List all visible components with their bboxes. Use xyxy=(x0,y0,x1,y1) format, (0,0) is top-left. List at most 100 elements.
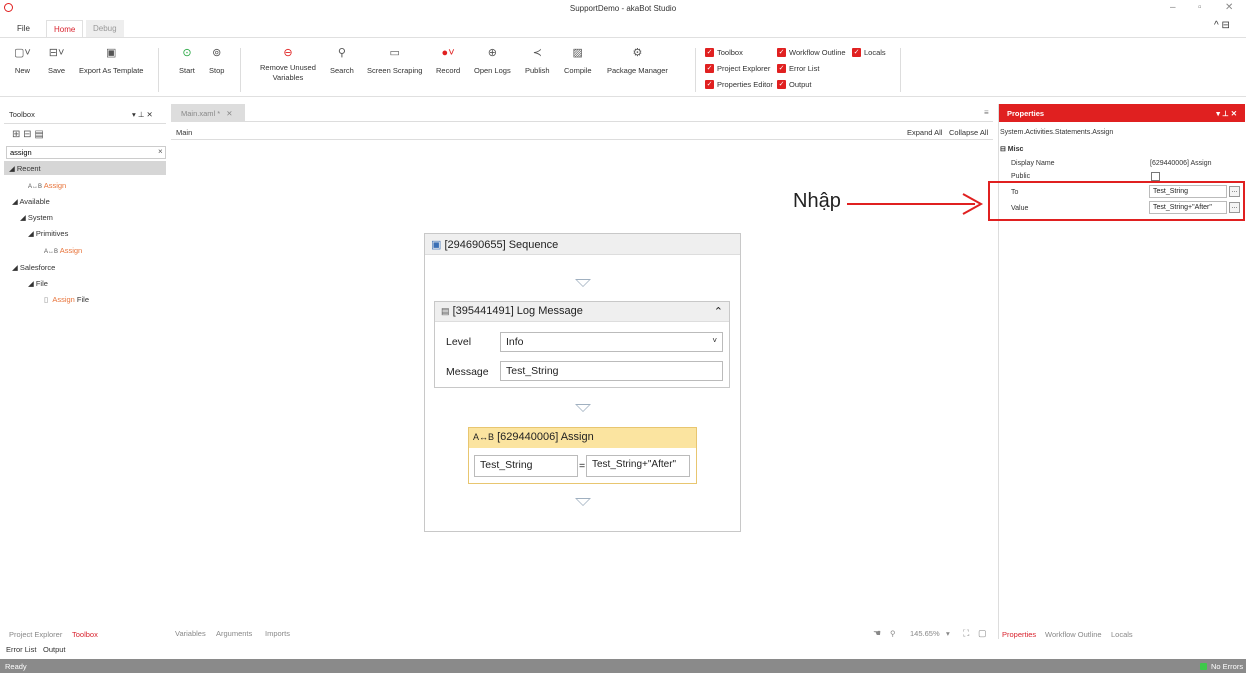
title-bar: SupportDemo - akaBot Studio – ▫ ✕ ^ ⊟ xyxy=(0,0,1246,31)
fit-screen-icon[interactable]: ⛶ xyxy=(963,628,969,639)
tab-arguments[interactable]: Arguments xyxy=(216,629,252,638)
tab-error-list[interactable]: Error List xyxy=(6,645,36,654)
public-checkbox[interactable] xyxy=(1151,172,1160,181)
doc-menu-icon[interactable]: ≡ xyxy=(984,108,989,117)
drop-target-icon[interactable] xyxy=(575,498,591,506)
check-properties-editor[interactable]: ✓ Properties Editor xyxy=(705,80,773,89)
assign-icon: A↔B xyxy=(28,184,43,190)
tab-project-explorer[interactable]: Project Explorer xyxy=(9,630,62,639)
save-icon: ⊟˅ xyxy=(48,47,65,59)
zoom-level[interactable]: 145.65% xyxy=(910,629,940,638)
tab-toolbox[interactable]: Toolbox xyxy=(72,630,98,639)
search-button[interactable]: ⚲ Search xyxy=(330,46,354,75)
check-toolbox[interactable]: ✓ Toolbox xyxy=(705,48,743,57)
minimize-icon[interactable]: – xyxy=(1170,2,1176,13)
tab-debug[interactable]: Debug xyxy=(86,20,124,37)
status-ok-icon xyxy=(1200,663,1207,670)
toolbox-search-input[interactable] xyxy=(6,146,166,159)
tab-workflow-outline[interactable]: Workflow Outline xyxy=(1045,630,1102,639)
compile-button[interactable]: ▨ Compile xyxy=(564,46,592,75)
tab-variables[interactable]: Variables xyxy=(175,629,206,638)
record-icon: ●˅ xyxy=(441,47,455,59)
check-error-list[interactable]: ✓ Error List xyxy=(777,64,819,73)
screen-scraping-icon: ▭ xyxy=(389,47,400,59)
hand-icon[interactable]: ☚ xyxy=(873,628,881,639)
tree-item-assign-recent[interactable]: A↔B Assign xyxy=(28,181,66,190)
panel-options-icon[interactable]: ▾ ⊥ ✕ xyxy=(1216,109,1237,118)
tree-file[interactable]: ◢ File xyxy=(28,279,48,288)
maximize-icon[interactable]: ▫ xyxy=(1198,2,1202,13)
compile-icon: ▨ xyxy=(572,47,583,59)
highlight-box xyxy=(988,181,1245,221)
tree-available[interactable]: ◢ Available xyxy=(12,197,50,206)
clear-search-icon[interactable]: × xyxy=(158,147,163,156)
assign-value-input[interactable]: Test_String+"After" xyxy=(586,455,690,477)
file-icon: ▯ xyxy=(44,295,49,304)
tab-home[interactable]: Home xyxy=(46,20,84,37)
assign-header[interactable]: A↔B [629440006] Assign xyxy=(469,428,696,448)
tree-primitives[interactable]: ◢ Primitives xyxy=(28,229,68,238)
drop-target-icon[interactable] xyxy=(575,279,591,287)
toolbox-header: Toolbox ▾ ⊥ ✕ xyxy=(4,104,166,124)
sequence-header[interactable]: ▣ [294690655] Sequence xyxy=(425,234,740,255)
new-button[interactable]: ▢˅ New xyxy=(14,46,31,75)
overview-icon[interactable]: ▢ xyxy=(978,628,987,639)
export-template-button[interactable]: ▣ Export As Template xyxy=(79,46,143,75)
check-project-explorer[interactable]: ✓ Project Explorer xyxy=(705,64,770,73)
chevron-down-icon: ˅ xyxy=(712,336,717,345)
expand-all-link[interactable]: Expand All xyxy=(907,128,942,137)
tree-item-assign-primitives[interactable]: A↔B Assign xyxy=(44,246,82,255)
search-icon: ⚲ xyxy=(337,47,346,59)
panel-options-icon[interactable]: ▾ ⊥ ✕ xyxy=(132,110,153,119)
tab-output[interactable]: Output xyxy=(43,645,66,654)
tree-recent[interactable]: ◢ Recent xyxy=(4,161,166,175)
check-workflow-outline[interactable]: ✓ Workflow Outline xyxy=(777,48,846,57)
assign-to-input[interactable]: Test_String xyxy=(474,455,578,477)
tab-imports[interactable]: Imports xyxy=(265,629,290,638)
collapse-all-link[interactable]: Collapse All xyxy=(949,128,988,137)
open-logs-button[interactable]: ⊕ Open Logs xyxy=(474,46,511,75)
checkbox-icon: ✓ xyxy=(852,48,861,57)
prop-display-name-label: Display Name xyxy=(1011,160,1055,167)
error-status: No Errors xyxy=(1211,662,1244,671)
start-button[interactable]: ⊙ Start xyxy=(179,46,195,75)
message-input[interactable]: Test_String xyxy=(500,361,723,381)
checkbox-icon: ✓ xyxy=(777,64,786,73)
checkbox-icon: ✓ xyxy=(705,80,714,89)
level-select[interactable]: Info ˅ xyxy=(500,332,723,352)
record-button[interactable]: ●˅ Record xyxy=(436,46,460,75)
stop-button[interactable]: ⊚ Stop xyxy=(209,46,224,75)
prop-public-label: Public xyxy=(1011,173,1031,180)
assign-icon: A↔B xyxy=(44,249,59,255)
remove-unused-variables-button[interactable]: ⊖ Remove Unused Variables xyxy=(260,46,316,83)
log-message-header[interactable]: ▤ [395441491] Log Message ⌃ xyxy=(435,302,729,322)
close-tab-icon[interactable]: ✕ xyxy=(226,109,232,118)
tree-item-assign-file[interactable]: ▯ Assign File xyxy=(44,295,89,304)
section-misc[interactable]: ⊟ Misc xyxy=(1000,145,1023,153)
checkbox-icon: ✓ xyxy=(777,80,786,89)
drop-target-icon[interactable] xyxy=(575,404,591,412)
close-icon[interactable]: ✕ xyxy=(1225,2,1233,13)
publish-button[interactable]: ≺ Publish xyxy=(525,46,550,75)
screen-scraping-button[interactable]: ▭ Screen Scraping xyxy=(367,46,422,75)
tab-properties[interactable]: Properties xyxy=(1002,630,1036,639)
new-file-icon: ▢˅ xyxy=(14,47,31,59)
prop-display-name-value[interactable]: [629440006] Assign xyxy=(1150,160,1212,167)
check-output[interactable]: ✓ Output xyxy=(777,80,812,89)
expand-collapse-icons[interactable]: ⊞ ⊟ ▤ xyxy=(12,129,44,140)
save-button[interactable]: ⊟˅ Save xyxy=(48,46,65,75)
checkbox-icon: ✓ xyxy=(705,64,714,73)
zoom-icon[interactable]: ⚲ xyxy=(890,629,896,638)
collapse-ribbon-icon[interactable]: ^ ⊟ xyxy=(1214,20,1230,31)
collapse-icon[interactable]: ⌃ xyxy=(714,305,723,318)
activity-type: System.Activities.Statements.Assign xyxy=(1000,129,1114,136)
tab-locals[interactable]: Locals xyxy=(1111,630,1133,639)
zoom-dropdown-icon[interactable]: ▾ xyxy=(946,629,950,638)
tab-main-xaml[interactable]: Main.xaml * ✕ xyxy=(171,104,245,122)
breadcrumb[interactable]: Main xyxy=(176,128,192,137)
package-manager-button[interactable]: ⚙ Package Manager xyxy=(607,46,668,75)
tree-system[interactable]: ◢ System xyxy=(20,213,53,222)
tree-salesforce[interactable]: ◢ Salesforce xyxy=(12,263,55,272)
check-locals[interactable]: ✓ Locals xyxy=(852,48,886,57)
tab-file[interactable]: File xyxy=(10,20,37,37)
